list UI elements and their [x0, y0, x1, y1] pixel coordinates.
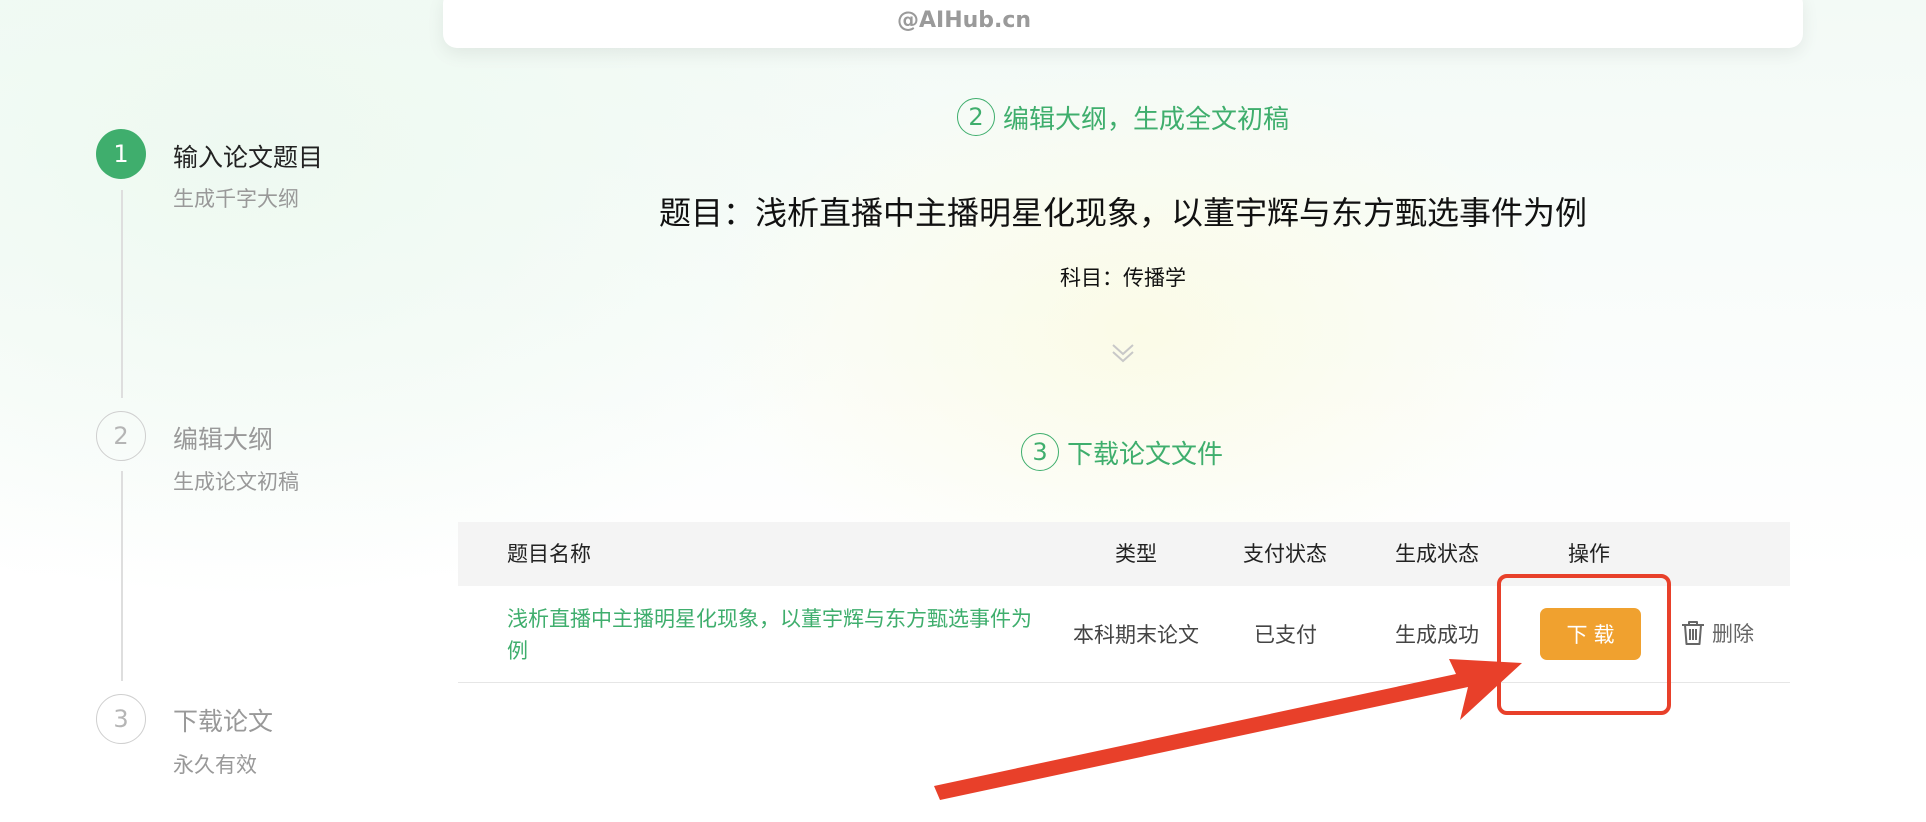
column-header-title: 题目名称	[507, 542, 591, 566]
gen-status: 生成成功	[1395, 623, 1479, 647]
step-connector	[121, 190, 123, 398]
step-1-title: 输入论文题目	[173, 143, 324, 172]
step-connector	[121, 471, 123, 681]
step-2-subtitle: 生成论文初稿	[173, 470, 299, 494]
watermark: @AIHub.cn	[897, 8, 1032, 33]
step-3-number: 3	[96, 694, 146, 744]
section-title: 下载论文文件	[1067, 439, 1224, 470]
column-header-gen-status: 生成状态	[1395, 542, 1479, 566]
step-3-title: 下载论文	[173, 707, 274, 736]
section-download-header: 3 下载论文文件	[1021, 433, 1223, 471]
paper-title: 题目：浅析直播中主播明星化现象，以董宇辉与东方甄选事件为例	[658, 194, 1587, 232]
column-header-pay-status: 支付状态	[1243, 542, 1327, 566]
section-title: 编辑大纲，生成全文初稿	[1003, 104, 1290, 135]
paper-subject: 科目：传播学	[1060, 266, 1186, 290]
section-number: 3	[1021, 433, 1059, 471]
annotation-highlight-box	[1497, 574, 1671, 715]
step-3-subtitle: 永久有效	[173, 753, 257, 777]
delete-label: 删除	[1712, 622, 1754, 646]
trash-icon	[1682, 621, 1704, 645]
paper-title-link[interactable]: 浅析直播中主播明星化现象，以董宇辉与东方甄选事件为例	[507, 603, 1052, 667]
step-2-title: 编辑大纲	[173, 425, 274, 454]
step-1-number: 1	[96, 129, 146, 179]
section-edit-outline-header: 2 编辑大纲，生成全文初稿	[957, 98, 1289, 136]
paper-type: 本科期末论文	[1073, 623, 1199, 647]
chevron-double-down-icon[interactable]	[1110, 340, 1136, 366]
step-1-subtitle: 生成千字大纲	[173, 187, 299, 211]
pay-status: 已支付	[1254, 623, 1317, 647]
top-card	[443, 0, 1803, 48]
delete-button[interactable]: 删除	[1680, 618, 1754, 648]
column-header-type: 类型	[1115, 542, 1157, 566]
section-number: 2	[957, 98, 995, 136]
step-2-number: 2	[96, 411, 146, 461]
